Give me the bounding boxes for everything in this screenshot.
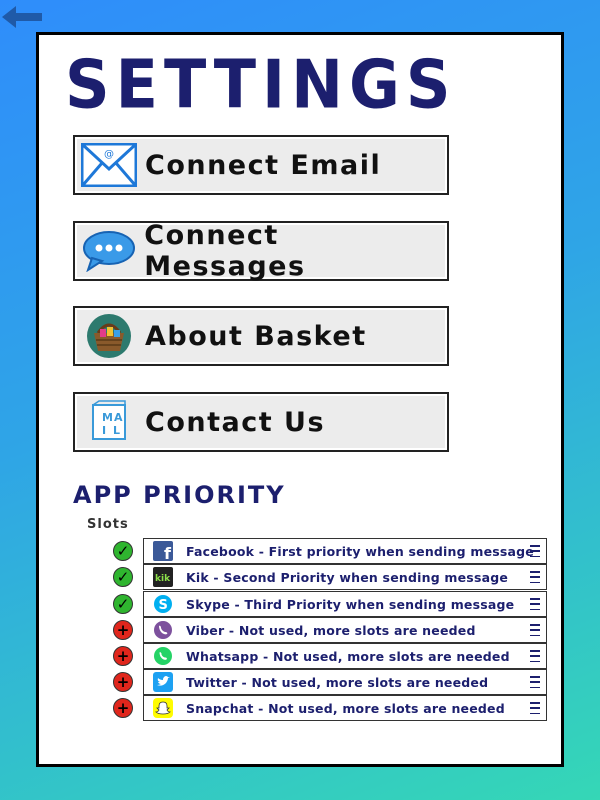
drag-handle-icon[interactable] xyxy=(530,624,540,636)
menu-label: Connect Messages xyxy=(144,220,306,282)
drag-handle-icon[interactable] xyxy=(530,571,540,583)
svg-text:S: S xyxy=(159,598,168,613)
svg-text:kik: kik xyxy=(155,574,171,584)
contact-us-button[interactable]: M A I L Contact Us xyxy=(73,392,449,452)
menu-label: About Basket xyxy=(145,320,367,352)
priority-text: Skype - Third Priority when sending mess… xyxy=(186,596,515,612)
plus-icon[interactable]: + xyxy=(113,646,133,666)
priority-slot[interactable]: Viber - Not used, more slots are needed xyxy=(143,617,547,643)
basket-icon xyxy=(81,312,137,360)
back-arrow-icon xyxy=(2,6,42,28)
twitter-icon xyxy=(153,672,173,692)
drag-handle-icon[interactable] xyxy=(530,650,540,662)
kik-icon: kik xyxy=(153,567,173,587)
drag-handle-icon[interactable] xyxy=(530,545,540,557)
priority-slot[interactable]: S Skype - Third Priority when sending me… xyxy=(143,591,547,617)
priority-slot[interactable]: Twitter - Not used, more slots are neede… xyxy=(143,669,547,695)
priority-row-whatsapp: + Whatsapp - Not used, more slots are ne… xyxy=(113,643,547,669)
plus-icon[interactable]: + xyxy=(113,672,133,692)
svg-text:A: A xyxy=(114,411,123,424)
priority-row-snapchat: + Snapchat - Not used, more slots are ne… xyxy=(113,695,547,721)
priority-row-kik: ✓ kik Kik - Second Priority when sending… xyxy=(113,564,547,590)
viber-icon xyxy=(153,620,173,640)
drag-handle-icon[interactable] xyxy=(530,676,540,688)
priority-text: Kik - Second Priority when sending messa… xyxy=(186,569,509,585)
about-basket-button[interactable]: About Basket xyxy=(73,306,449,366)
priority-slot[interactable]: f Facebook - First priority when sending… xyxy=(143,538,547,564)
mail-letter-icon: M A I L xyxy=(81,398,137,446)
priority-row-twitter: + Twitter - Not used, more slots are nee… xyxy=(113,669,547,695)
svg-text:I: I xyxy=(102,424,106,437)
whatsapp-icon xyxy=(153,646,173,666)
drag-handle-icon[interactable] xyxy=(530,598,540,610)
priority-text: Twitter - Not used, more slots are neede… xyxy=(186,674,489,690)
priority-text: Whatsapp - Not used, more slots are need… xyxy=(186,648,510,664)
plus-icon[interactable]: + xyxy=(113,698,133,718)
menu-label: Connect Email xyxy=(145,149,382,181)
svg-text:@: @ xyxy=(104,149,114,160)
priority-slot[interactable]: kik Kik - Second Priority when sending m… xyxy=(143,564,547,590)
svg-text:L: L xyxy=(113,424,120,437)
priority-text: Viber - Not used, more slots are needed xyxy=(186,622,476,638)
back-button[interactable] xyxy=(2,6,42,28)
priority-row-skype: ✓ S Skype - Third Priority when sending … xyxy=(113,591,547,617)
check-icon: ✓ xyxy=(113,541,133,561)
connect-email-button[interactable]: @ Connect Email xyxy=(73,135,449,195)
menu-label: Contact Us xyxy=(145,406,326,438)
svg-text:M: M xyxy=(102,411,113,424)
snapchat-icon xyxy=(153,698,173,718)
svg-text:f: f xyxy=(164,544,172,561)
slots-label: Slots xyxy=(87,517,129,532)
chat-bubble-icon xyxy=(81,227,136,275)
email-envelope-icon: @ xyxy=(81,141,137,189)
app-priority-title: APP PRIORITY xyxy=(73,481,286,509)
skype-icon: S xyxy=(153,594,173,614)
plus-icon[interactable]: + xyxy=(113,620,133,640)
priority-slot[interactable]: Whatsapp - Not used, more slots are need… xyxy=(143,643,547,669)
priority-text: Snapchat - Not used, more slots are need… xyxy=(186,700,505,716)
priority-row-facebook: ✓ f Facebook - First priority when sendi… xyxy=(113,538,547,564)
priority-text: Facebook - First priority when sending m… xyxy=(186,543,534,559)
settings-panel: SETTINGS @ Connect Email Connect Message… xyxy=(36,32,564,767)
priority-slot[interactable]: Snapchat - Not used, more slots are need… xyxy=(143,695,547,721)
facebook-icon: f xyxy=(153,541,173,561)
priority-row-viber: + Viber - Not used, more slots are neede… xyxy=(113,617,547,643)
drag-handle-icon[interactable] xyxy=(530,702,540,714)
page-title: SETTINGS xyxy=(65,45,457,124)
connect-messages-button[interactable]: Connect Messages xyxy=(73,220,449,282)
check-icon: ✓ xyxy=(113,594,133,614)
check-icon: ✓ xyxy=(113,567,133,587)
